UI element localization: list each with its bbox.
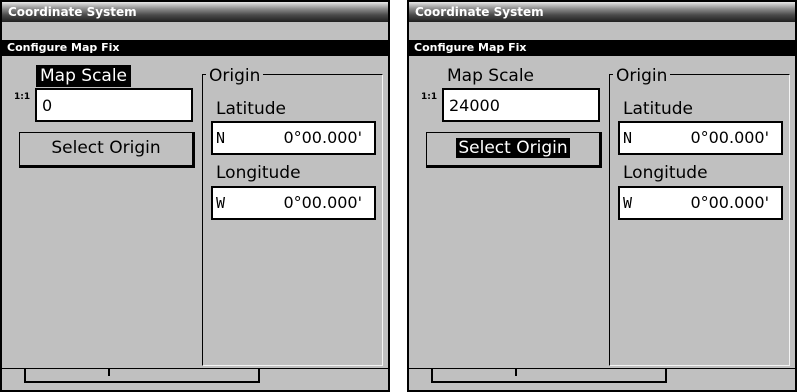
latitude-value: 0°00.000' (283, 128, 362, 147)
dialog-subtitle: Configure Map Fix (2, 40, 388, 56)
longitude-label: Longitude (216, 163, 301, 183)
map-scale-value: 0 (42, 96, 53, 115)
longitude-field[interactable]: W 0°00.000' (618, 186, 783, 220)
bottom-status-area (2, 368, 388, 390)
map-scale-input[interactable]: 24000 (442, 88, 600, 122)
map-scale-input[interactable]: 0 (35, 88, 193, 122)
longitude-value: 0°00.000' (690, 193, 769, 212)
scale-ratio-label: 1:1 (421, 92, 438, 102)
dialog-subtitle: Configure Map Fix (409, 40, 795, 56)
coordinate-system-screen-right: Coordinate System Configure Map Fix Map … (407, 0, 797, 392)
select-origin-button[interactable]: Select Origin (19, 132, 195, 168)
scale-ratio-label: 1:1 (14, 92, 31, 102)
longitude-label: Longitude (623, 163, 708, 183)
bottom-bracket (24, 369, 260, 383)
map-scale-label[interactable]: Map Scale (443, 65, 538, 87)
window-title: Coordinate System (2, 2, 388, 22)
bottom-tick (515, 369, 517, 376)
latitude-field[interactable]: N 0°00.000' (211, 121, 376, 155)
latitude-label: Latitude (216, 99, 286, 119)
origin-legend: Origin (613, 65, 671, 87)
select-origin-label: Select Origin (456, 138, 570, 158)
latitude-hemisphere: N (623, 129, 633, 147)
longitude-value: 0°00.000' (283, 193, 362, 212)
select-origin-button[interactable]: Select Origin (426, 132, 602, 168)
bottom-status-area (409, 368, 795, 390)
map-scale-label[interactable]: Map Scale (36, 65, 132, 87)
latitude-hemisphere: N (216, 129, 226, 147)
bottom-tick (108, 369, 110, 376)
latitude-field[interactable]: N 0°00.000' (618, 121, 783, 155)
map-scale-value: 24000 (449, 96, 500, 115)
coordinate-system-screen-left: Coordinate System Configure Map Fix Map … (0, 0, 390, 392)
latitude-label: Latitude (623, 99, 693, 119)
window-title: Coordinate System (409, 2, 795, 22)
longitude-hemisphere: W (623, 194, 633, 212)
select-origin-label: Select Origin (51, 138, 161, 158)
origin-legend: Origin (206, 65, 264, 87)
latitude-value: 0°00.000' (690, 128, 769, 147)
bottom-bracket (431, 369, 667, 383)
longitude-hemisphere: W (216, 194, 226, 212)
longitude-field[interactable]: W 0°00.000' (211, 186, 376, 220)
